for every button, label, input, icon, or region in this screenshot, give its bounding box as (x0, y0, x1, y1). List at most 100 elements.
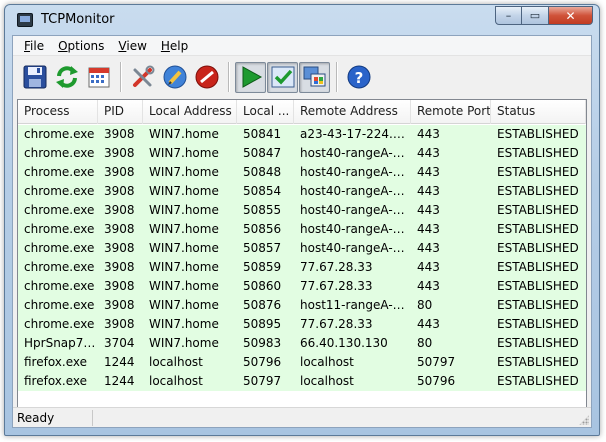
cell-status: ESTABLISHED (497, 317, 579, 331)
save-button[interactable] (19, 62, 50, 93)
check-icon (271, 66, 294, 88)
cell-pid: 3908 (104, 203, 135, 217)
resize-grip[interactable] (579, 415, 589, 425)
table-row[interactable]: firefox.exe 1244 localhost 50797 localhost 50… (18, 372, 586, 391)
cell-remote-port: 443 (417, 165, 440, 179)
cell-pid: 3908 (104, 260, 135, 274)
column-header-local-address[interactable]: Local Address (143, 100, 237, 124)
cell-local-port: 50857 (243, 241, 282, 255)
cell-process: firefox.exe (24, 355, 88, 369)
menu-file[interactable]: File (17, 39, 51, 53)
cell-process: chrome.exe (24, 127, 95, 141)
cell-local-port: 50856 (243, 222, 282, 236)
table-row[interactable]: chrome.exe 3908 WIN7.home 50895 77.67.28.33 4… (18, 315, 586, 334)
table-row[interactable]: chrome.exe 3908 WIN7.home 50854 host40-range… (18, 182, 586, 201)
cell-process: chrome.exe (24, 165, 95, 179)
cell-local-address: WIN7.home (149, 127, 219, 141)
cell-pid: 3908 (104, 222, 135, 236)
app-monitor-icon[interactable] (17, 13, 33, 27)
toolbar-separator (336, 62, 338, 92)
table-row[interactable]: chrome.exe 3908 WIN7.home 50857 host40-range… (18, 239, 586, 258)
cell-pid: 3908 (104, 146, 135, 160)
table-row[interactable]: chrome.exe 3908 WIN7.home 50848 host40-range… (18, 163, 586, 182)
cell-status: ESTABLISHED (497, 241, 579, 255)
table-row[interactable]: chrome.exe 3908 WIN7.home 50859 77.67.28.33 4… (18, 258, 586, 277)
caption-buttons: – ▭ ✕ (495, 6, 593, 25)
column-header-remote-address[interactable]: Remote Address (294, 100, 411, 124)
cell-status: ESTABLISHED (497, 222, 579, 236)
cell-process: chrome.exe (24, 203, 95, 217)
refresh-button[interactable] (51, 62, 82, 93)
menu-help-label: elp (169, 38, 189, 53)
cell-remote-port: 443 (417, 260, 440, 274)
column-header-process[interactable]: Process (18, 100, 98, 124)
cell-status: ESTABLISHED (497, 298, 579, 312)
cell-remote-address: 77.67.28.33 (300, 260, 373, 274)
stop-button[interactable] (191, 62, 222, 93)
edit-button[interactable] (159, 62, 190, 93)
app-window: TCPMonitor – ▭ ✕ File Options View Help (4, 4, 600, 436)
menu-view[interactable]: View (111, 39, 153, 53)
cell-local-port: 50847 (243, 146, 282, 160)
cell-local-address: WIN7.home (149, 317, 219, 331)
window-title: TCPMonitor (41, 12, 115, 27)
cell-local-address: WIN7.home (149, 165, 219, 179)
cell-remote-port: 443 (417, 222, 440, 236)
table-row[interactable]: HprSnap7.... 3704 WIN7.home 50983 66.40.130.… (18, 334, 586, 353)
cell-local-port: 50854 (243, 184, 282, 198)
cell-local-address: localhost (149, 355, 203, 369)
cell-local-port: 50983 (243, 336, 282, 350)
table-row[interactable]: chrome.exe 3908 WIN7.home 50876 host11-range… (18, 296, 586, 315)
menu-options-label: ptions (67, 38, 105, 53)
cell-remote-port: 50797 (417, 355, 456, 369)
cell-remote-address: host40-rangeA-ak... (300, 203, 411, 217)
column-header-local-port[interactable]: Local ... (237, 100, 294, 124)
play-icon (242, 66, 262, 88)
column-header-pid[interactable]: PID (98, 100, 143, 124)
table-row[interactable]: chrome.exe 3908 WIN7.home 50855 host40-range… (18, 201, 586, 220)
table-row[interactable]: chrome.exe 3908 WIN7.home 50860 77.67.28.33 4… (18, 277, 586, 296)
cell-pid: 3908 (104, 279, 135, 293)
maximize-button[interactable]: ▭ (522, 6, 549, 25)
cell-pid: 3908 (104, 317, 135, 331)
close-button[interactable]: ✕ (549, 6, 593, 25)
cell-process: chrome.exe (24, 184, 95, 198)
menu-help[interactable]: Help (154, 39, 195, 53)
toolbar-separator (120, 62, 122, 92)
toolbar-separator (228, 62, 230, 92)
table-row[interactable]: chrome.exe 3908 WIN7.home 50856 host40-range… (18, 220, 586, 239)
cell-local-port: 50797 (243, 374, 282, 388)
tools-icon (132, 65, 154, 87)
list-header: Process PID Local Address Local ... Remo… (18, 100, 586, 124)
help-button[interactable]: ? (343, 62, 374, 93)
table-row[interactable]: firefox.exe 1244 localhost 50796 localhost 50… (18, 353, 586, 372)
connections-list[interactable]: Process PID Local Address Local ... Remo… (17, 99, 587, 422)
cell-remote-port: 443 (417, 279, 440, 293)
start-monitor-button[interactable] (235, 61, 266, 93)
menu-view-label: iew (126, 38, 147, 53)
cell-local-port: 50860 (243, 279, 282, 293)
cell-remote-port: 443 (417, 146, 440, 160)
minimize-button[interactable]: – (495, 6, 522, 25)
table-row[interactable]: chrome.exe 3908 WIN7.home 50841 a23-43-17-22… (18, 125, 586, 144)
cell-local-port: 50796 (243, 355, 282, 369)
cell-status: ESTABLISHED (497, 184, 579, 198)
cell-local-address: WIN7.home (149, 146, 219, 160)
cell-remote-address: 77.67.28.33 (300, 279, 373, 293)
menu-options[interactable]: Options (51, 39, 111, 53)
cell-remote-address: host40-rangeA-ak... (300, 222, 411, 236)
stop-icon (195, 65, 218, 89)
table-row[interactable]: chrome.exe 3908 WIN7.home 50847 host40-range… (18, 144, 586, 163)
established-only-button[interactable] (267, 61, 298, 93)
cell-status: ESTABLISHED (497, 165, 579, 179)
column-header-status[interactable]: Status (491, 100, 586, 124)
settings-button[interactable] (127, 62, 158, 93)
cell-remote-address: 77.67.28.33 (300, 317, 373, 331)
cell-remote-port: 443 (417, 317, 440, 331)
cell-remote-address: localhost (300, 355, 354, 369)
windows-view-button[interactable] (299, 61, 330, 93)
column-header-remote-port[interactable]: Remote Port (411, 100, 491, 124)
title-bar[interactable]: TCPMonitor – ▭ ✕ (5, 5, 599, 35)
calendar-button[interactable] (83, 62, 114, 93)
cell-remote-address: host11-rangeA-ak... (300, 298, 411, 312)
